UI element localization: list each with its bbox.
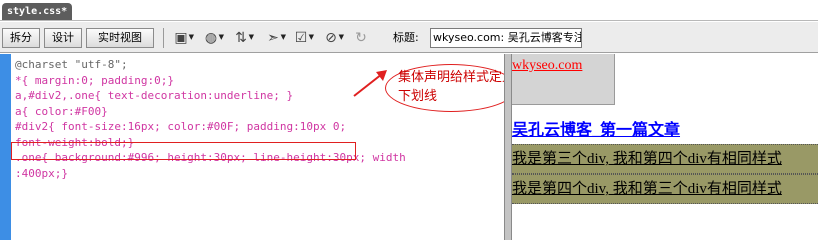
- debug-icon[interactable]: ➣ ▼: [262, 28, 286, 48]
- code-line: #div2{ font-size:16px; color:#00F; paddi…: [15, 120, 347, 133]
- styled-div-row-1: 我是第三个div, 我和第四个div有相同样式: [512, 144, 818, 174]
- line-gutter: [0, 54, 11, 240]
- design-view[interactable]: wkyseo.com 吴孔云博客_第一篇文章 我是第三个div, 我和第四个di…: [512, 54, 818, 240]
- wkyseo-link[interactable]: wkyseo.com: [512, 58, 582, 74]
- code-line: @charset "utf-8";: [15, 58, 128, 71]
- highlight-box: [11, 142, 356, 160]
- document-toolbar: 拆分 设计 实时视图 ▣ ▼ ◍ ▼ ⇅ ▼ ➣ ▼ ☑ ▼ ⊘ ▼ ↻ 标题: wkyse…: [0, 22, 818, 53]
- annotation-text: 集体声明给样式定义下划线: [398, 70, 516, 104]
- preview-browser-icon[interactable]: ◍ ▼: [200, 28, 224, 48]
- styled-div-row-2: 我是第四个div, 我和第三个div有相同样式: [512, 174, 818, 204]
- file-management-icon[interactable]: ⇅ ▼: [230, 28, 254, 48]
- design-view-button[interactable]: 设计: [44, 28, 82, 48]
- article-title[interactable]: 吴孔云博客_第一篇文章: [512, 116, 680, 140]
- split-view-button[interactable]: 拆分: [2, 28, 40, 48]
- title-label: 标题:: [393, 31, 419, 44]
- tab-style-css[interactable]: style.css*: [2, 3, 73, 20]
- refresh-icon[interactable]: ↻: [350, 28, 372, 48]
- toolbar-separator: [163, 28, 164, 48]
- live-view-button[interactable]: 实时视图: [86, 28, 154, 48]
- visual-aids-icon[interactable]: ☑ ▼: [290, 28, 314, 48]
- document-tab-strip: style.css*: [0, 0, 818, 21]
- code-line: *{ margin:0; padding:0;}: [15, 73, 174, 87]
- split-divider[interactable]: [504, 54, 512, 240]
- code-line: a{ color:#F00}: [15, 104, 108, 118]
- code-line: a,#div2,.one{ text-decoration:underline;…: [15, 89, 294, 102]
- gray-box: wkyseo.com: [512, 54, 615, 105]
- title-input[interactable]: wkyseo.com: 吴孔云博客专注: [430, 28, 582, 48]
- code-line: :400px;}: [15, 166, 68, 180]
- check-page-icon[interactable]: ⊘ ▼: [320, 28, 344, 48]
- multiscreen-icon[interactable]: ▣ ▼: [170, 28, 194, 48]
- css-code: @charset "utf-8"; *{ margin:0; padding:0…: [15, 57, 406, 181]
